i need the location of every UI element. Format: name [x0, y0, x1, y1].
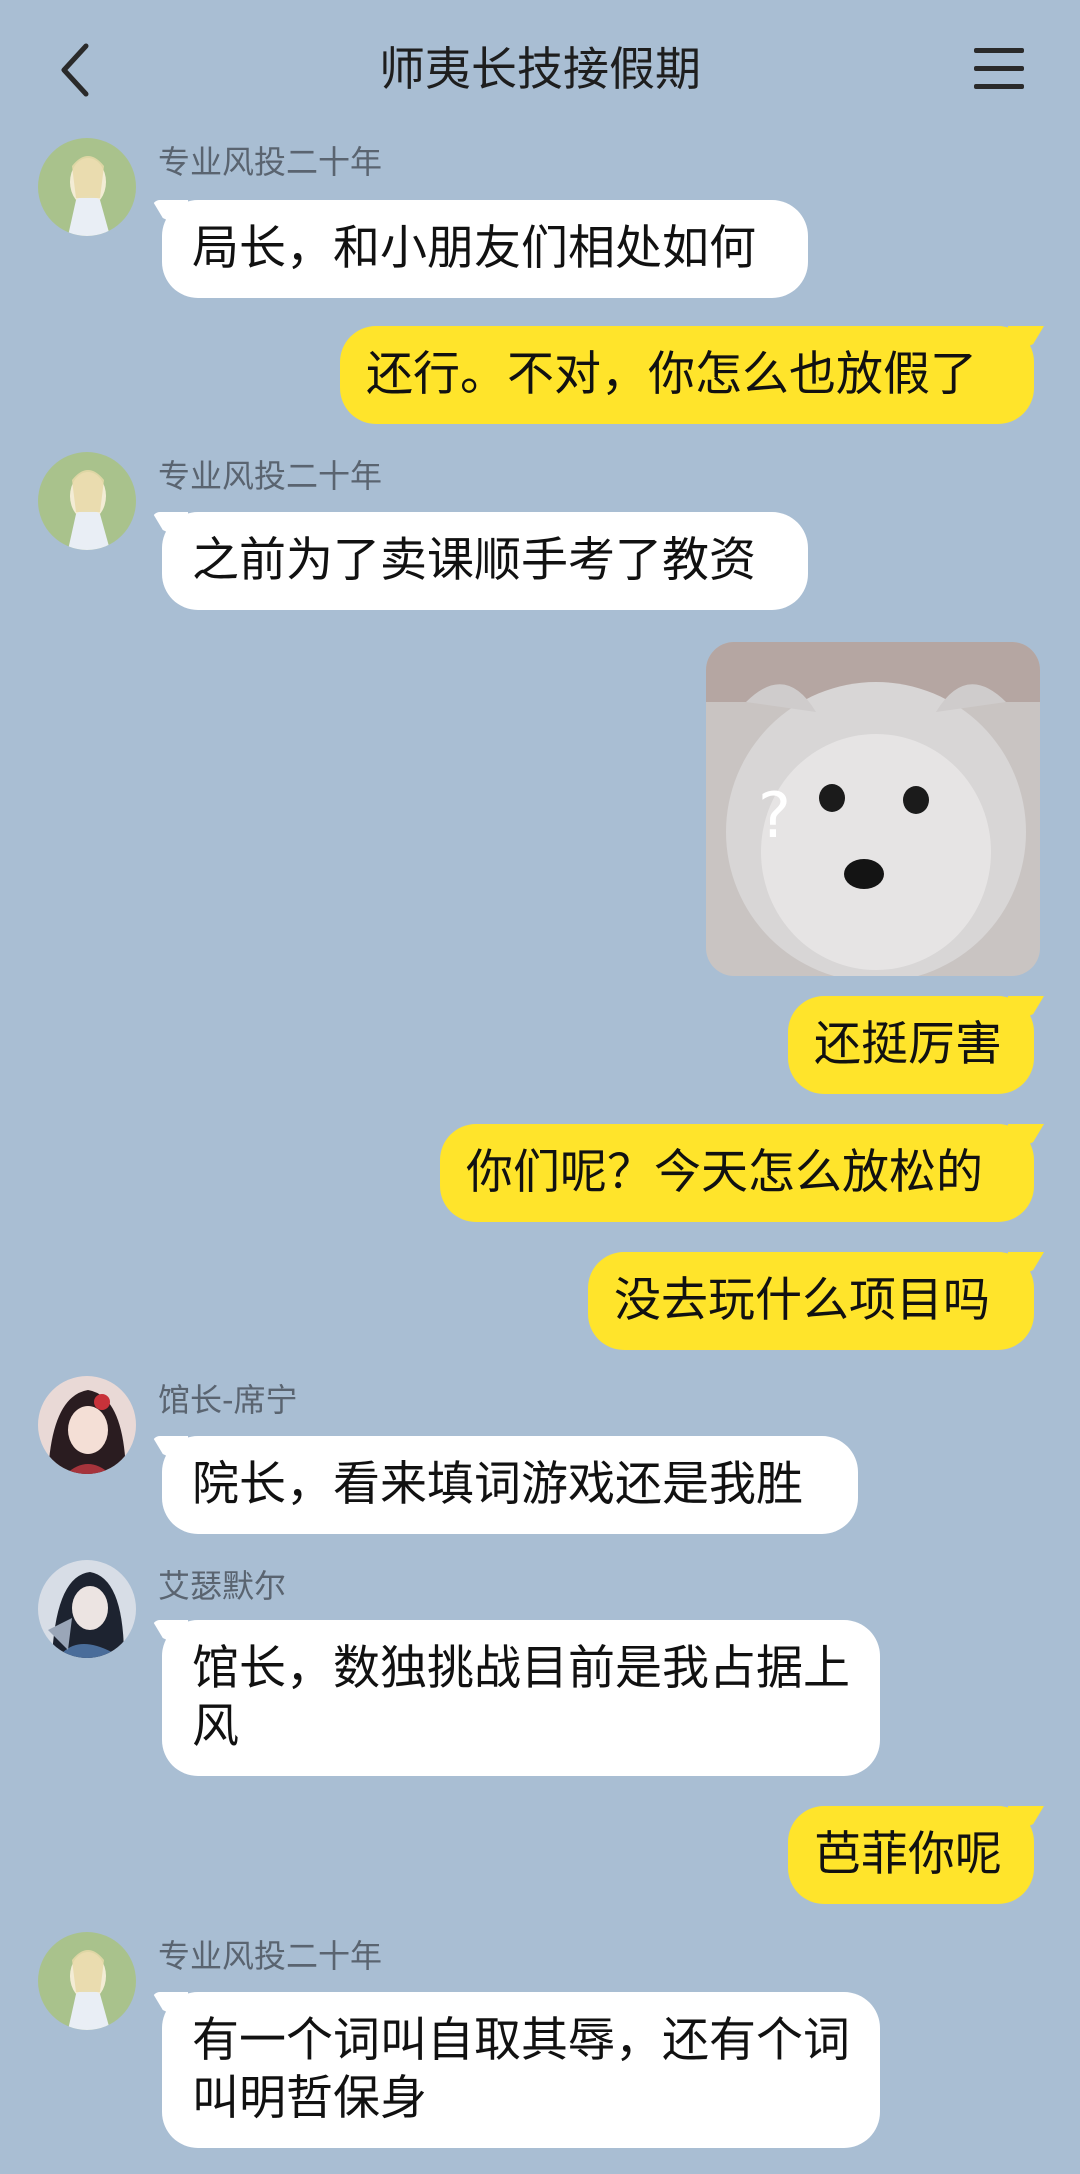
- message-bubble[interactable]: 芭菲你呢: [788, 1806, 1034, 1904]
- avatar[interactable]: [38, 1376, 136, 1474]
- chat-title: 师夷长技接假期: [379, 42, 701, 96]
- sender-name: 艾瑟默尔: [158, 1567, 287, 1605]
- message-bubble[interactable]: 之前为了卖课顺手考了教资: [162, 512, 808, 610]
- avatar[interactable]: [38, 138, 136, 236]
- message-bubble[interactable]: 还挺厉害: [788, 996, 1034, 1094]
- message-bubble[interactable]: 院长，看来填词游戏还是我胜: [162, 1436, 858, 1534]
- message-bubble[interactable]: 没去玩什么项目吗: [588, 1252, 1034, 1350]
- message-bubble[interactable]: 局长，和小朋友们相处如何: [162, 200, 808, 298]
- message-bubble[interactable]: 有一个词叫自取其辱，还有个词叫明哲保身: [162, 1992, 880, 2148]
- message-bubble[interactable]: 你们呢？今天怎么放松的: [440, 1124, 1034, 1222]
- confused-dog-sticker[interactable]: ?: [706, 642, 1040, 976]
- message-bubble[interactable]: 馆长，数独挑战目前是我占据上风: [162, 1620, 880, 1776]
- sender-name: 专业风投二十年: [158, 457, 383, 495]
- chat-header: 师夷长技接假期: [0, 0, 1080, 140]
- sender-name: 专业风投二十年: [158, 1937, 383, 1975]
- sender-name: 馆长-席宁: [158, 1381, 298, 1419]
- menu-button[interactable]: [972, 44, 1028, 94]
- message-bubble[interactable]: 还行。不对，你怎么也放假了: [340, 326, 1034, 424]
- hamburger-icon: [974, 48, 1024, 53]
- question-mark: ?: [758, 779, 791, 852]
- avatar[interactable]: [38, 452, 136, 550]
- avatar[interactable]: [38, 1560, 136, 1658]
- sender-name: 专业风投二十年: [158, 143, 383, 181]
- avatar[interactable]: [38, 1932, 136, 2030]
